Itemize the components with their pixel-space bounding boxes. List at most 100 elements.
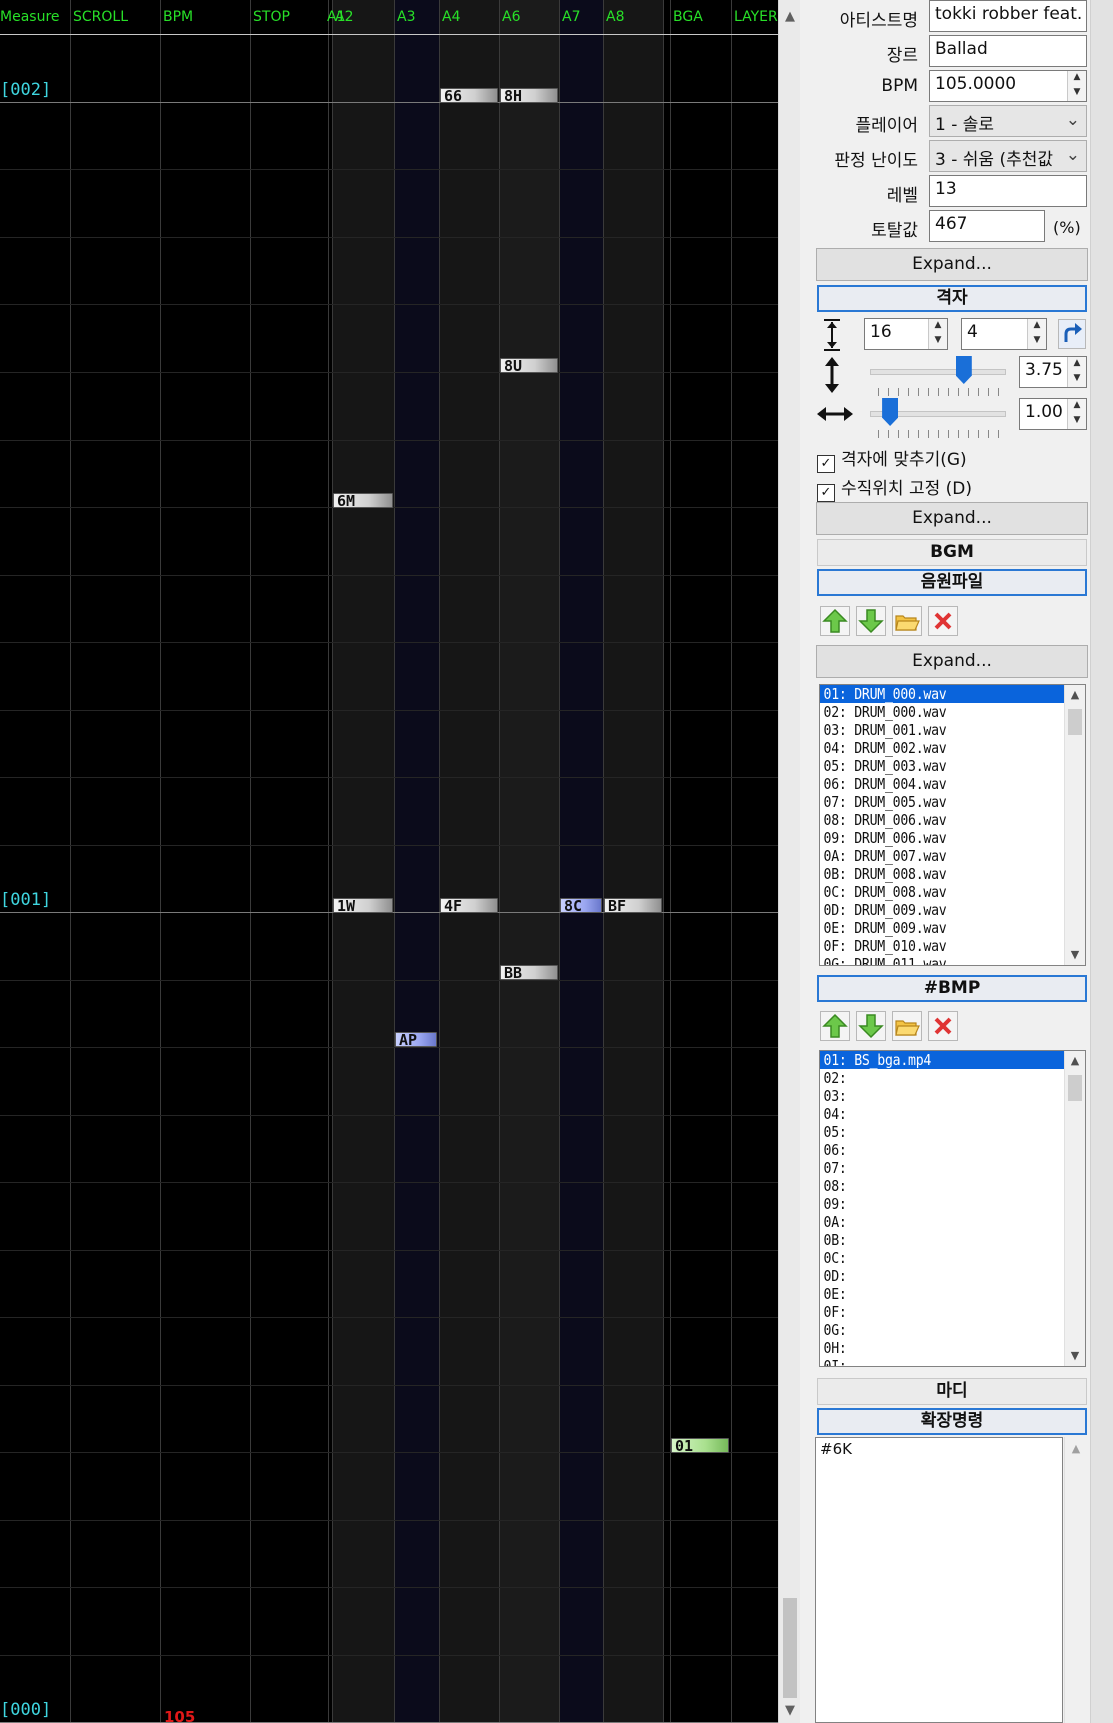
note[interactable]: 8C bbox=[560, 898, 602, 914]
expand-button[interactable]: Expand... bbox=[816, 645, 1088, 678]
list-item[interactable]: 0B: bbox=[820, 1231, 1053, 1249]
list-item[interactable]: 0C: bbox=[820, 1249, 1053, 1267]
spin-down-icon[interactable]: ▼ bbox=[1068, 86, 1086, 101]
expand-button[interactable]: Expand... bbox=[816, 248, 1088, 281]
chart-editor-canvas[interactable]: Measure SCROLL BPM STOP A1 A2 A3 A4 A6 A… bbox=[0, 0, 778, 1723]
list-item[interactable]: 0A: bbox=[820, 1213, 1053, 1231]
list-item[interactable]: 05: DRUM_003.wav bbox=[820, 757, 1053, 775]
extension-textarea[interactable]: #6K bbox=[815, 1437, 1063, 1723]
grid-section-header[interactable]: 격자 bbox=[817, 285, 1087, 312]
list-item[interactable]: 09: DRUM_006.wav bbox=[820, 829, 1053, 847]
note[interactable]: BB bbox=[500, 965, 558, 981]
scroll-up-icon[interactable]: ▲ bbox=[1065, 685, 1085, 705]
list-item[interactable]: 07: bbox=[820, 1159, 1053, 1177]
level-field[interactable]: 13 bbox=[929, 175, 1087, 207]
spin-down-icon[interactable]: ▼ bbox=[1068, 372, 1086, 387]
list-item[interactable]: 0B: DRUM_008.wav bbox=[820, 865, 1053, 883]
editor-scrollbar[interactable]: ▲ ▼ bbox=[778, 0, 801, 1723]
note[interactable]: 01 bbox=[671, 1438, 729, 1454]
list-item[interactable]: 0E: DRUM_009.wav bbox=[820, 919, 1053, 937]
list-item[interactable]: 0D: bbox=[820, 1267, 1053, 1285]
spin-down-icon[interactable]: ▼ bbox=[1028, 334, 1046, 349]
note[interactable]: 6M bbox=[333, 493, 393, 509]
bpm-spinner[interactable]: ▲ ▼ bbox=[1067, 71, 1086, 101]
grid-sub-spinner[interactable]: ▲ ▼ bbox=[1027, 319, 1046, 349]
list-item[interactable]: 03: bbox=[820, 1087, 1053, 1105]
scroll-thumb[interactable] bbox=[1068, 709, 1082, 735]
grid-sub-field[interactable]: 4 ▲ ▼ bbox=[961, 318, 1047, 350]
scroll-up-icon[interactable]: ▲ bbox=[1065, 1051, 1085, 1071]
note[interactable]: 8H bbox=[500, 88, 558, 104]
delete-button[interactable] bbox=[928, 606, 958, 636]
move-up-button[interactable] bbox=[820, 1011, 850, 1041]
apply-grid-button[interactable] bbox=[1058, 319, 1086, 349]
player-select[interactable]: 1 - 솔로 ⌄ bbox=[929, 105, 1087, 137]
bmp-list[interactable]: 01: BS_bga.mp4 02: 03: 04: 05: 06: 07: 08: 09: 0A… bbox=[819, 1050, 1086, 1367]
scroll-down-icon[interactable]: ▼ bbox=[1065, 1346, 1085, 1366]
bmp-list-scrollbar[interactable]: ▲ ▼ bbox=[1064, 1051, 1085, 1366]
spin-up-icon[interactable]: ▲ bbox=[1028, 319, 1046, 334]
vertical-scale-spinner[interactable]: ▲ ▼ bbox=[1067, 357, 1086, 387]
list-item[interactable]: 04: bbox=[820, 1105, 1053, 1123]
horizontal-scale-field[interactable]: 1.00 ▲ ▼ bbox=[1019, 398, 1087, 430]
list-item[interactable]: 01: DRUM_000.wav bbox=[820, 685, 1085, 703]
open-file-button[interactable] bbox=[892, 1011, 922, 1041]
list-item[interactable]: 0F: DRUM_010.wav bbox=[820, 937, 1053, 955]
scroll-up-icon[interactable]: ▲ bbox=[779, 6, 801, 28]
list-item[interactable]: 0H: bbox=[820, 1339, 1053, 1357]
note[interactable]: 66 bbox=[440, 88, 498, 104]
bmp-section-header[interactable]: #BMP bbox=[817, 975, 1087, 1002]
wav-list-scrollbar[interactable]: ▲ ▼ bbox=[1064, 685, 1085, 965]
spin-down-icon[interactable]: ▼ bbox=[929, 334, 947, 349]
judge-select[interactable]: 3 - 쉬움 (추천값 ⌄ bbox=[929, 140, 1087, 172]
scroll-thumb[interactable] bbox=[783, 1598, 797, 1698]
spin-up-icon[interactable]: ▲ bbox=[929, 319, 947, 334]
measure-section-header[interactable]: 마디 bbox=[817, 1378, 1087, 1405]
list-item[interactable]: 0G: DRUM_011.wav bbox=[820, 955, 1053, 965]
list-item[interactable]: 05: bbox=[820, 1123, 1053, 1141]
move-down-button[interactable] bbox=[856, 606, 886, 636]
slider-thumb[interactable] bbox=[882, 398, 899, 426]
scroll-up-icon[interactable]: ▲ bbox=[1065, 1442, 1087, 1455]
list-item[interactable]: 07: DRUM_005.wav bbox=[820, 793, 1053, 811]
note[interactable]: 8U bbox=[500, 358, 558, 374]
list-item[interactable]: 02: bbox=[820, 1069, 1053, 1087]
spin-up-icon[interactable]: ▲ bbox=[1068, 357, 1086, 372]
bgm-section-header[interactable]: BGM bbox=[817, 539, 1087, 566]
list-item[interactable]: 04: DRUM_002.wav bbox=[820, 739, 1053, 757]
extension-scrollbar[interactable]: ▲ bbox=[1064, 1437, 1087, 1723]
extension-section-header[interactable]: 확장명령 bbox=[817, 1408, 1087, 1435]
slider-thumb[interactable] bbox=[955, 356, 972, 384]
scroll-down-icon[interactable]: ▼ bbox=[779, 1700, 801, 1722]
list-item[interactable]: 06: DRUM_004.wav bbox=[820, 775, 1053, 793]
scroll-down-icon[interactable]: ▼ bbox=[1065, 945, 1085, 965]
expand-button[interactable]: Expand... bbox=[816, 502, 1088, 535]
list-item[interactable]: 08: bbox=[820, 1177, 1053, 1195]
list-item[interactable]: 02: DRUM_000.wav bbox=[820, 703, 1053, 721]
open-file-button[interactable] bbox=[892, 606, 922, 636]
total-field[interactable]: 467 bbox=[929, 210, 1045, 242]
artist-field[interactable]: tokki robber feat. S bbox=[929, 0, 1087, 32]
grid-division-field[interactable]: 16 ▲ ▼ bbox=[864, 318, 948, 350]
genre-field[interactable]: Ballad bbox=[929, 35, 1087, 67]
spin-down-icon[interactable]: ▼ bbox=[1068, 414, 1086, 429]
list-item[interactable]: 03: DRUM_001.wav bbox=[820, 721, 1053, 739]
spin-up-icon[interactable]: ▲ bbox=[1068, 71, 1086, 86]
wav-list[interactable]: 01: DRUM_000.wav 02: DRUM_000.wav 03: DRUM… bbox=[819, 684, 1086, 966]
note[interactable]: 1W bbox=[333, 898, 393, 914]
list-item[interactable]: 0C: DRUM_008.wav bbox=[820, 883, 1053, 901]
note[interactable]: BF bbox=[604, 898, 662, 914]
vertical-scale-field[interactable]: 3.75 ▲ ▼ bbox=[1019, 356, 1087, 388]
spin-up-icon[interactable]: ▲ bbox=[1068, 399, 1086, 414]
list-item[interactable]: 09: bbox=[820, 1195, 1053, 1213]
list-item[interactable]: 01: BS_bga.mp4 bbox=[820, 1051, 1085, 1069]
list-item[interactable]: 0G: bbox=[820, 1321, 1053, 1339]
grid-division-spinner[interactable]: ▲ ▼ bbox=[928, 319, 947, 349]
scroll-thumb[interactable] bbox=[1068, 1075, 1082, 1101]
horizontal-scale-spinner[interactable]: ▲ ▼ bbox=[1067, 399, 1086, 429]
bpm-marker[interactable]: 105 bbox=[164, 1708, 195, 1723]
list-item[interactable]: 0F: bbox=[820, 1303, 1053, 1321]
list-item[interactable]: 0E: bbox=[820, 1285, 1053, 1303]
snap-to-grid-checkbox[interactable]: ✓ 격자에 맞추기(G) bbox=[817, 445, 967, 473]
delete-button[interactable] bbox=[928, 1011, 958, 1041]
